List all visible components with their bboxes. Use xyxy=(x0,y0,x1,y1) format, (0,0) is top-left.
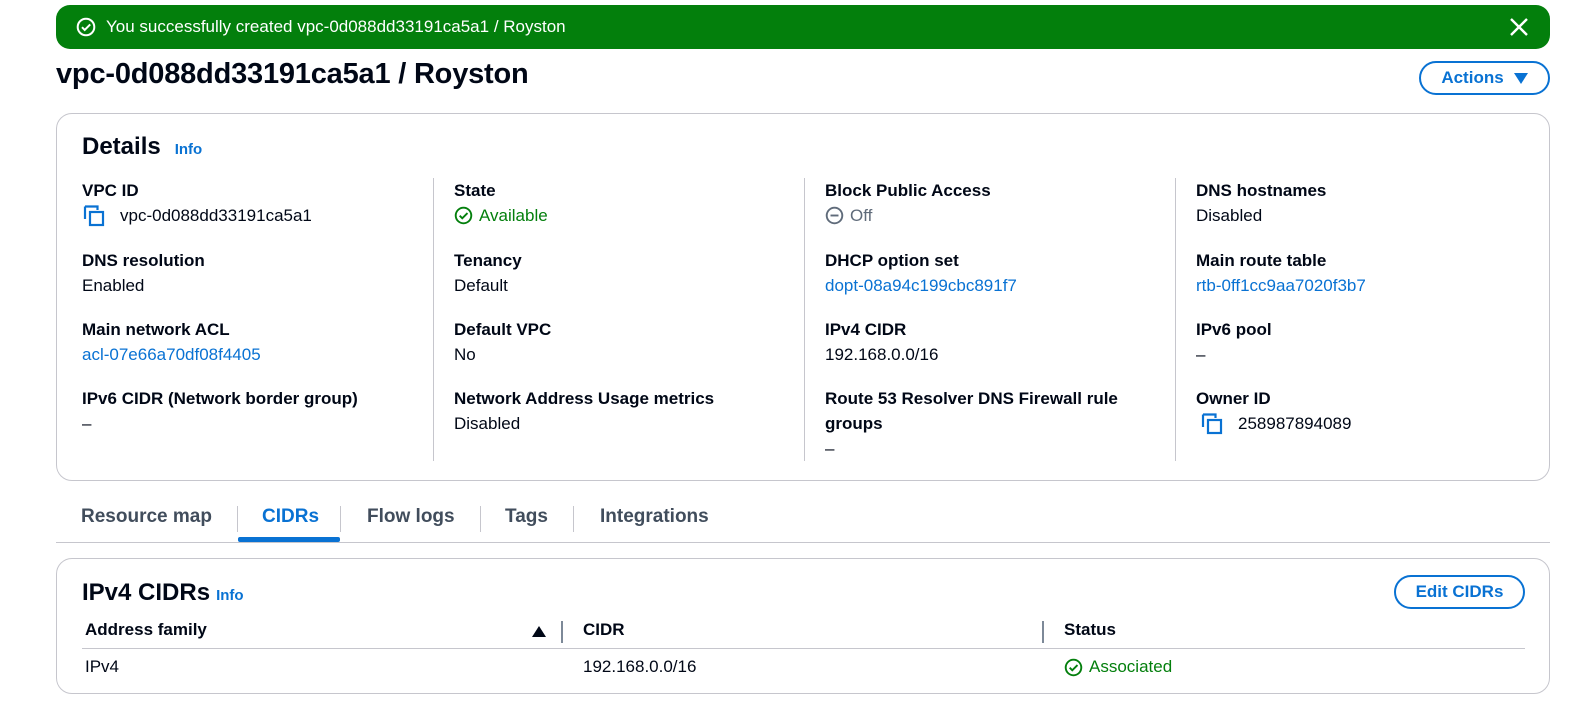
page-title: vpc-0d088dd33191ca5a1 / Royston xyxy=(56,58,529,90)
nau-metrics-field: Network Address Usage metrics Disabled xyxy=(454,386,794,436)
main-route-table-field: Main route table rtb-0ff1cc9aa7020f3b7 xyxy=(1196,248,1536,298)
owner-id-label: Owner ID xyxy=(1196,389,1271,408)
owner-id-row: 258987894089 xyxy=(1196,411,1536,436)
column-divider[interactable] xyxy=(1042,621,1044,643)
copy-icon[interactable] xyxy=(1200,412,1224,436)
minus-circle-icon xyxy=(825,206,844,225)
actions-label: Actions xyxy=(1441,68,1504,87)
cell-status: Associated xyxy=(1064,657,1172,677)
route53-firewall-label: Route 53 Resolver DNS Firewall rule grou… xyxy=(825,389,1118,433)
dns-resolution-field: DNS resolution Enabled xyxy=(82,248,422,298)
success-flashbar: You successfully created vpc-0d088dd3319… xyxy=(56,5,1550,49)
dhcp-option-set-field: DHCP option set dopt-08a94c199cbc891f7 xyxy=(825,248,1165,298)
details-info-link[interactable]: Info xyxy=(175,141,203,158)
tab-tags[interactable]: Tags xyxy=(505,506,548,528)
nau-metrics-value: Disabled xyxy=(454,414,521,433)
ipv4-cidr-label: IPv4 CIDR xyxy=(825,320,907,339)
details-column-3: Block Public Access Off DHCP option set … xyxy=(804,178,1175,461)
block-public-access-value: Off xyxy=(850,206,873,225)
sort-ascending-icon[interactable] xyxy=(532,626,546,637)
ipv4-cidrs-panel: IPv4 CIDRs Info Edit CIDRs Address famil… xyxy=(56,558,1550,694)
route53-firewall-value: – xyxy=(825,439,835,458)
dns-resolution-value: Enabled xyxy=(82,276,145,295)
tab-integrations[interactable]: Integrations xyxy=(600,506,709,528)
column-header-address-family[interactable]: Address family xyxy=(85,620,207,640)
check-circle-icon xyxy=(1064,658,1083,676)
vpc-id-value: vpc-0d088dd33191ca5a1 xyxy=(120,206,312,225)
details-column-4: DNS hostnames Disabled Main route table … xyxy=(1175,178,1546,461)
tab-divider xyxy=(237,506,238,532)
ipv6-pool-label: IPv6 pool xyxy=(1196,320,1272,339)
nau-metrics-label: Network Address Usage metrics xyxy=(454,389,715,408)
ipv6-pool-value: – xyxy=(1196,345,1206,364)
ipv4-cidr-value: 192.168.0.0/16 xyxy=(825,345,939,364)
dhcp-option-set-link[interactable]: dopt-08a94c199cbc891f7 xyxy=(825,273,1165,298)
ipv4-cidrs-info-link[interactable]: Info xyxy=(216,587,244,604)
route53-firewall-field: Route 53 Resolver DNS Firewall rule grou… xyxy=(825,386,1150,461)
check-circle-icon xyxy=(454,206,473,225)
column-divider[interactable] xyxy=(561,621,563,643)
ipv6-cidr-value: – xyxy=(82,414,92,433)
vpc-id-field: VPC ID vpc-0d088dd33191ca5a1 xyxy=(82,178,422,228)
block-public-access-label: Block Public Access xyxy=(825,181,991,200)
default-vpc-value: No xyxy=(454,345,476,364)
default-vpc-label: Default VPC xyxy=(454,320,552,339)
column-header-cidr[interactable]: CIDR xyxy=(583,620,625,640)
flash-message: You successfully created vpc-0d088dd3319… xyxy=(106,17,566,36)
caret-down-icon xyxy=(1513,72,1528,84)
tab-divider xyxy=(480,506,481,532)
block-public-access-field: Block Public Access Off xyxy=(825,178,1165,228)
tab-divider xyxy=(573,506,574,532)
cell-address-family: IPv4 xyxy=(85,657,120,676)
header-divider xyxy=(82,648,1525,649)
vpc-id-label: VPC ID xyxy=(82,181,139,200)
dns-hostnames-value: Disabled xyxy=(1196,206,1263,225)
state-row: Available xyxy=(454,203,794,228)
ipv4-cidrs-heading: IPv4 CIDRs xyxy=(82,579,211,606)
active-tab-indicator xyxy=(238,537,340,542)
tenancy-field: Tenancy Default xyxy=(454,248,794,298)
tab-cidrs[interactable]: CIDRs xyxy=(262,506,319,528)
copy-icon[interactable] xyxy=(82,204,106,228)
state-label: State xyxy=(454,181,496,200)
tab-flow-logs[interactable]: Flow logs xyxy=(367,506,455,528)
ipv6-cidr-label: IPv6 CIDR (Network border group) xyxy=(82,389,358,408)
state-value: Available xyxy=(479,206,548,225)
check-circle-icon xyxy=(76,17,96,37)
main-route-table-label: Main route table xyxy=(1196,251,1327,270)
main-network-acl-link[interactable]: acl-07e66a70df08f4405 xyxy=(82,342,422,367)
ipv4-cidr-field: IPv4 CIDR 192.168.0.0/16 xyxy=(825,317,1165,367)
column-header-status[interactable]: Status xyxy=(1064,620,1116,640)
ipv6-cidr-field: IPv6 CIDR (Network border group) – xyxy=(82,386,422,436)
owner-id-value: 258987894089 xyxy=(1238,414,1352,433)
dns-hostnames-label: DNS hostnames xyxy=(1196,181,1327,200)
cell-cidr: 192.168.0.0/16 xyxy=(583,657,697,676)
state-field: State Available xyxy=(454,178,794,228)
dns-resolution-label: DNS resolution xyxy=(82,251,205,270)
details-heading: Details xyxy=(82,133,161,160)
block-public-access-row: Off xyxy=(825,203,1165,228)
tab-bar: Resource map CIDRs Flow logs Tags Integr… xyxy=(56,497,1550,543)
tab-divider xyxy=(340,506,341,532)
ipv6-pool-field: IPv6 pool – xyxy=(1196,317,1536,367)
details-header: Details Info xyxy=(82,133,202,161)
details-panel: Details Info VPC ID vpc-0d088dd33191ca5a… xyxy=(56,113,1550,481)
tab-resource-map[interactable]: Resource map xyxy=(81,506,212,528)
edit-cidrs-button[interactable]: Edit CIDRs xyxy=(1394,575,1525,609)
main-network-acl-label: Main network ACL xyxy=(82,320,230,339)
ipv4-cidrs-header: IPv4 CIDRs Info xyxy=(82,579,244,607)
owner-id-field: Owner ID 258987894089 xyxy=(1196,386,1536,436)
tenancy-value: Default xyxy=(454,276,508,295)
main-network-acl-field: Main network ACL acl-07e66a70df08f4405 xyxy=(82,317,422,367)
default-vpc-field: Default VPC No xyxy=(454,317,794,367)
dns-hostnames-field: DNS hostnames Disabled xyxy=(1196,178,1536,228)
close-icon[interactable] xyxy=(1508,16,1530,38)
actions-button[interactable]: Actions xyxy=(1419,61,1550,95)
main-route-table-link[interactable]: rtb-0ff1cc9aa7020f3b7 xyxy=(1196,273,1536,298)
details-column-2: State Available Tenancy Default Default … xyxy=(433,178,804,461)
status-value: Associated xyxy=(1089,657,1173,676)
dhcp-option-set-label: DHCP option set xyxy=(825,251,959,270)
tenancy-label: Tenancy xyxy=(454,251,522,270)
vpc-id-row: vpc-0d088dd33191ca5a1 xyxy=(82,203,422,228)
